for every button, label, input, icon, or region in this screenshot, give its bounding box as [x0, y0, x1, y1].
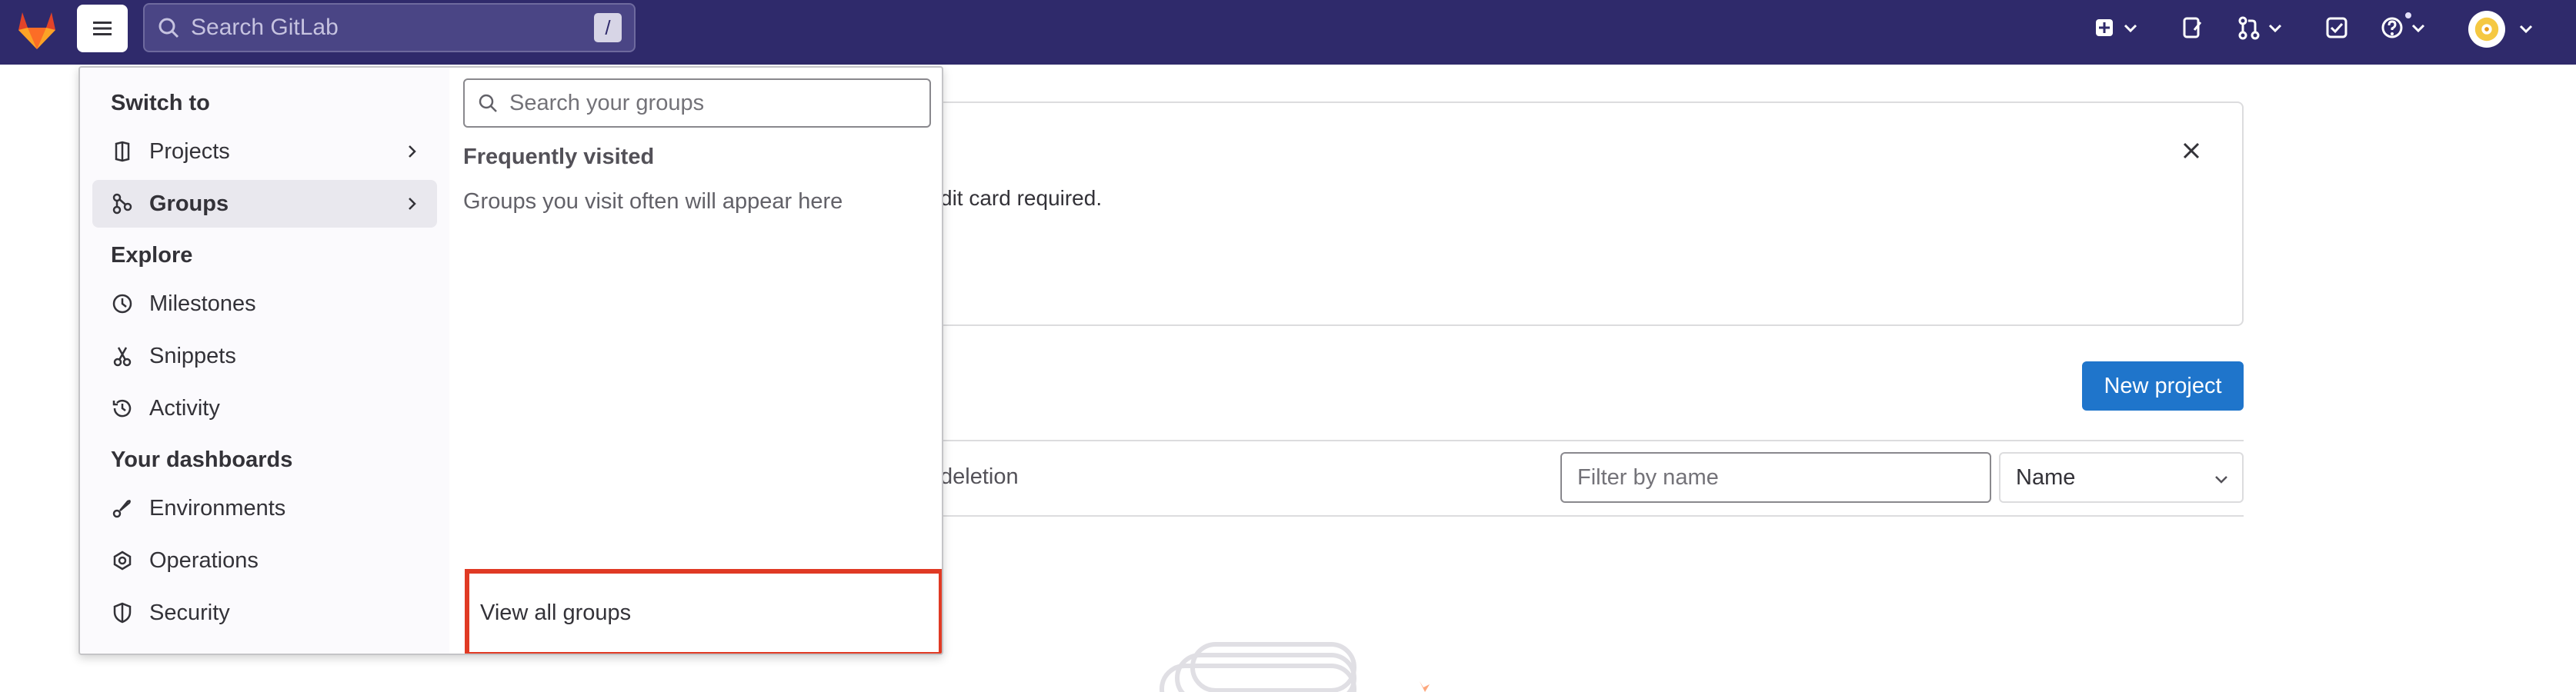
user-avatar[interactable] — [2468, 11, 2505, 48]
menu-item-groups[interactable]: Groups — [92, 180, 437, 228]
menu-item-operations[interactable]: Operations — [92, 537, 437, 584]
chevron-down-icon — [2124, 24, 2137, 33]
menu-item-label: Security — [149, 600, 230, 625]
search-shortcut-key: / — [594, 13, 622, 42]
frequently-visited-empty-text: Groups you visit often will appear here — [463, 189, 843, 214]
section-title-explore: Explore — [111, 243, 193, 268]
search-icon — [479, 94, 497, 112]
chevron-down-icon — [2411, 24, 2425, 33]
issues-button[interactable] — [2179, 11, 2205, 45]
sort-value: Name — [2016, 464, 2076, 490]
view-all-groups-link[interactable]: View all groups — [465, 569, 942, 654]
rocket-icon — [112, 500, 131, 518]
hamburger-icon — [93, 22, 112, 35]
tab-pending-deletion[interactable]: deletion — [940, 464, 1019, 490]
merge-request-icon — [2238, 16, 2260, 40]
menu-item-environments[interactable]: Environments — [92, 484, 437, 532]
filter-by-name-input[interactable]: Filter by name — [1560, 452, 1991, 503]
project-icon — [115, 141, 130, 162]
top-navbar: Search GitLab / — [0, 0, 2576, 65]
help-icon — [2381, 17, 2403, 38]
menu-item-label: Milestones — [149, 291, 256, 316]
menu-item-milestones[interactable]: Milestones — [92, 280, 437, 328]
search-placeholder: Search GitLab — [191, 15, 339, 40]
cloud-gear-icon — [113, 551, 132, 571]
plus-square-icon — [2096, 19, 2113, 36]
promo-alert — [862, 101, 2244, 326]
menu-item-projects[interactable]: Projects — [92, 128, 437, 175]
chevron-down-icon — [2215, 476, 2227, 484]
menu-item-label: Snippets — [149, 343, 236, 368]
section-title-your-dashboards: Your dashboards — [111, 447, 293, 472]
main-menu-panel: Switch to Projects Groups Explore Milest… — [78, 66, 943, 655]
alert-text: dit card required. — [940, 186, 1103, 210]
menu-item-label: Environments — [149, 495, 286, 521]
divider — [862, 440, 2244, 441]
history-icon — [112, 399, 132, 418]
search-icon — [158, 18, 179, 38]
snippet-icon — [113, 347, 132, 367]
menu-left-column: Switch to Projects Groups Explore Milest… — [80, 68, 449, 654]
menu-item-activity[interactable]: Activity — [92, 384, 437, 432]
view-all-groups-label: View all groups — [480, 600, 632, 625]
help-dropdown[interactable] — [2379, 11, 2427, 45]
menu-item-security[interactable]: Security — [92, 589, 437, 637]
search-groups-input[interactable]: Search your groups — [463, 78, 931, 128]
empty-state-illustration — [1160, 642, 1430, 692]
notification-dot — [2404, 11, 2413, 20]
chevron-down-icon — [2268, 24, 2282, 33]
chevron-right-icon — [409, 145, 416, 158]
global-search[interactable]: Search GitLab / — [143, 3, 636, 52]
group-icon — [112, 193, 132, 215]
menu-item-label: Projects — [149, 138, 230, 164]
new-project-button[interactable]: New project — [2082, 361, 2244, 411]
menu-item-label: Operations — [149, 547, 259, 573]
todo-icon — [2326, 17, 2347, 38]
avatar-icon — [2474, 17, 2499, 42]
sort-dropdown[interactable]: Name — [1999, 452, 2244, 503]
clock-icon — [112, 294, 132, 314]
shield-icon — [113, 602, 132, 624]
menu-item-snippets[interactable]: Snippets — [92, 332, 437, 380]
search-groups-placeholder: Search your groups — [509, 90, 705, 115]
merge-requests-dropdown[interactable] — [2236, 11, 2284, 45]
frequently-visited-title: Frequently visited — [463, 145, 655, 169]
chevron-down-icon[interactable] — [2518, 20, 2534, 37]
divider — [862, 515, 2244, 517]
menu-item-label: Activity — [149, 395, 220, 421]
chevron-right-icon — [409, 198, 416, 210]
todos-button[interactable] — [2324, 11, 2350, 45]
gitlab-logo-icon[interactable] — [14, 6, 60, 52]
main-menu-button[interactable] — [77, 5, 128, 52]
close-icon[interactable] — [2177, 137, 2205, 165]
menu-item-label: Groups — [149, 191, 229, 216]
create-new-dropdown[interactable] — [2091, 11, 2139, 45]
section-title-switch-to: Switch to — [111, 91, 210, 115]
issues-icon — [2183, 17, 2202, 38]
